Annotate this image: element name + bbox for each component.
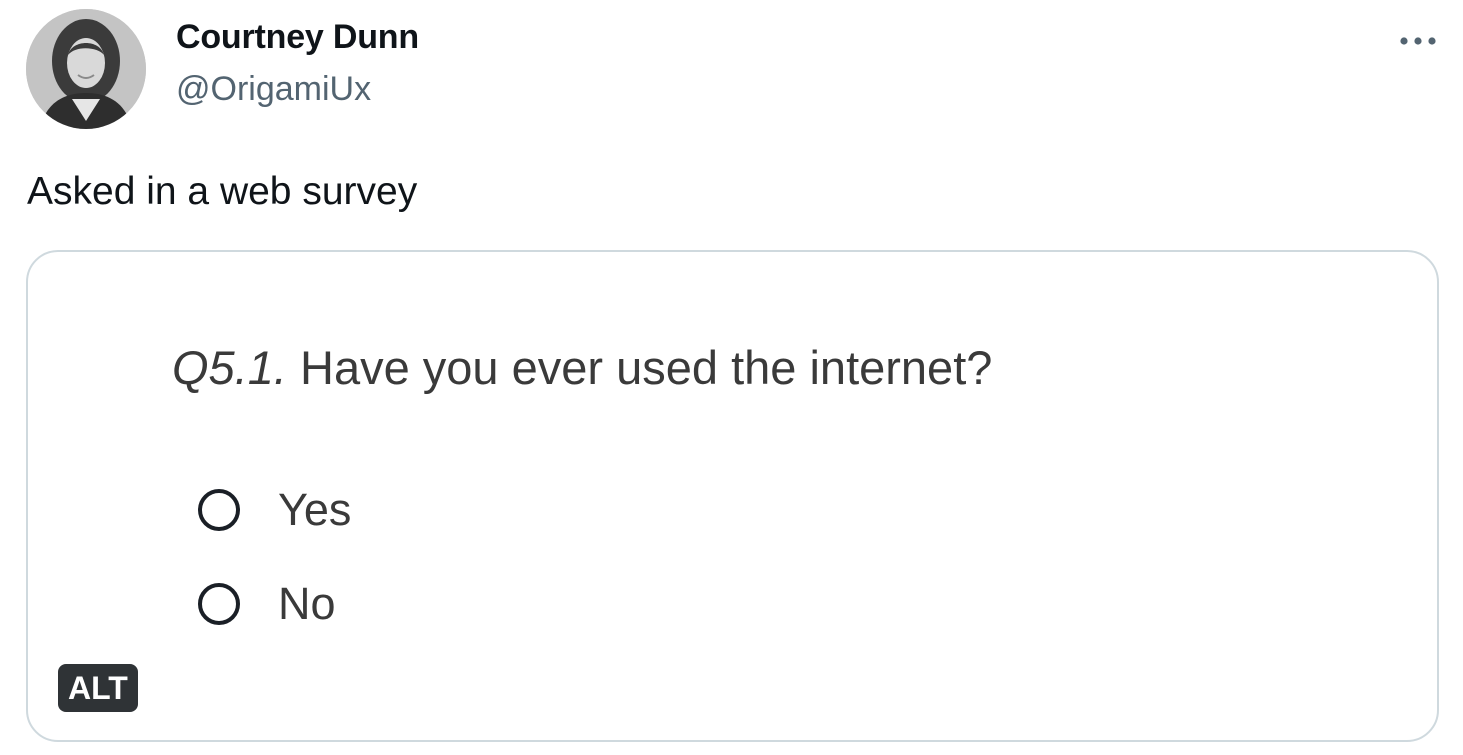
question-text: Have you ever used the internet? bbox=[286, 341, 993, 394]
radio-circle-icon bbox=[198, 489, 240, 531]
author-handle[interactable]: @OrigamiUx bbox=[176, 70, 371, 109]
alt-badge[interactable]: ALT bbox=[58, 664, 138, 712]
question-number: Q5.1. bbox=[172, 341, 287, 394]
avatar-photo bbox=[26, 9, 146, 129]
option-label: Yes bbox=[278, 484, 352, 535]
option-label: No bbox=[278, 578, 336, 629]
option-no: No bbox=[198, 578, 336, 630]
avatar[interactable] bbox=[26, 9, 146, 129]
more-horizontal-icon[interactable] bbox=[1396, 28, 1440, 54]
survey-question: Q5.1. Have you ever used the internet? bbox=[172, 340, 992, 395]
radio-circle-icon bbox=[198, 583, 240, 625]
tweet-text: Asked in a web survey bbox=[27, 170, 418, 213]
author-name[interactable]: Courtney Dunn bbox=[176, 18, 419, 57]
media-card[interactable]: Q5.1. Have you ever used the internet? Y… bbox=[26, 250, 1439, 742]
option-yes: Yes bbox=[198, 484, 351, 536]
